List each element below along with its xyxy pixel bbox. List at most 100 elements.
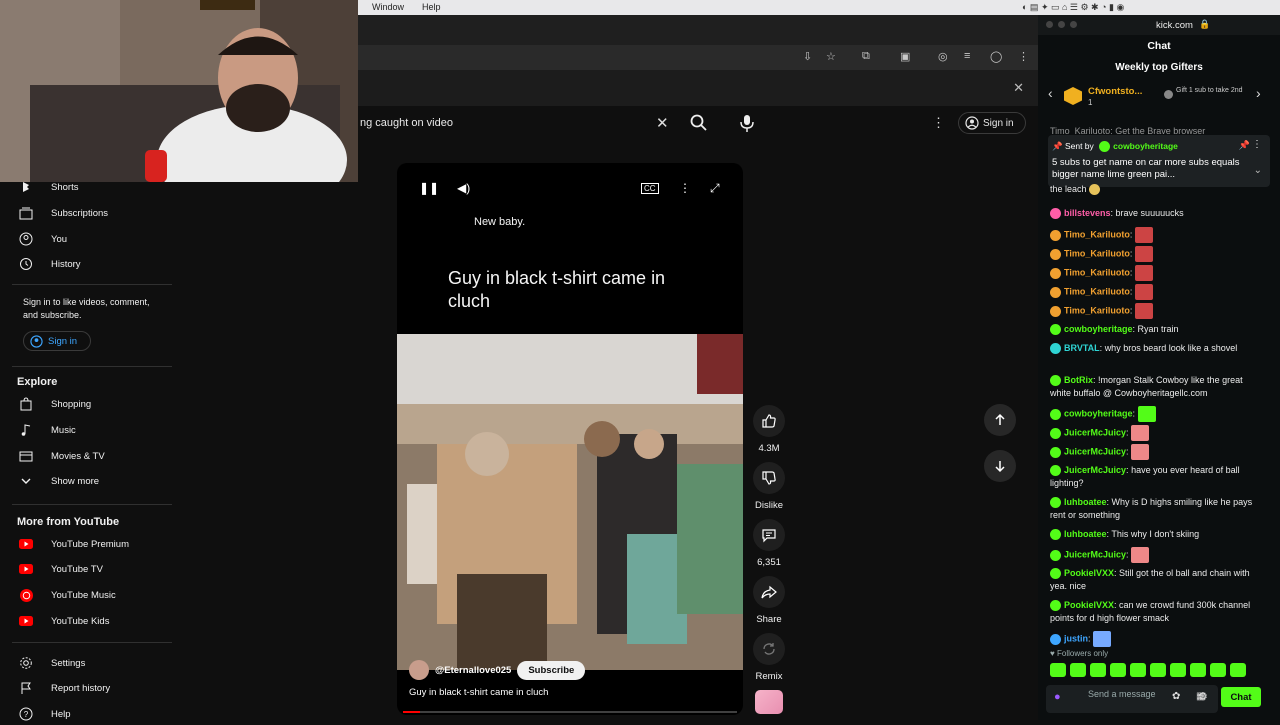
sidebar-item-music[interactable]: Music <box>0 419 170 441</box>
sound-thumbnail[interactable] <box>755 690 783 714</box>
dislike-button[interactable]: Dislike <box>750 462 788 511</box>
chat-username[interactable]: cowboyheritage <box>1064 324 1133 334</box>
progress-fill <box>403 711 420 713</box>
chat-username[interactable]: luhboatee <box>1064 497 1107 507</box>
chat-username[interactable]: JuicerMcJuicy <box>1064 549 1126 559</box>
extensions-icon[interactable]: ⧉ <box>862 50 870 63</box>
browser-menu-icon[interactable]: ⋮ <box>1018 50 1029 63</box>
chat-username[interactable]: PookielVXX <box>1064 568 1114 578</box>
sidebar-item-you[interactable]: You <box>0 228 170 250</box>
chevron-left-icon[interactable]: ‹ <box>1048 85 1053 101</box>
emote[interactable] <box>1170 663 1186 677</box>
chat-username[interactable]: JuicerMcJuicy <box>1064 465 1126 475</box>
sidebar-item-report-history[interactable]: Report history <box>0 677 170 699</box>
chat-username[interactable]: billstevens <box>1064 208 1111 218</box>
chat-message: JuicerMcJuicy: <box>1050 425 1264 441</box>
sidebar-item-shopping[interactable]: Shopping <box>0 393 170 415</box>
chat-username[interactable]: BotRix <box>1064 375 1093 385</box>
emote[interactable] <box>1090 663 1106 677</box>
search-input[interactable]: ng caught on video <box>360 117 453 129</box>
sidebar-item-label: Music <box>51 424 76 436</box>
sidebar-icon[interactable]: ▣ <box>900 50 910 63</box>
emote[interactable] <box>1050 663 1066 677</box>
menu-help[interactable]: Help <box>422 2 441 12</box>
chat-username[interactable]: cowboyheritage <box>1064 408 1133 418</box>
fullscreen-icon[interactable]: ⤢ <box>710 181 720 196</box>
sidebar-sign-in-button[interactable]: Sign in <box>23 331 91 351</box>
user-badge <box>1050 208 1061 220</box>
chat-username[interactable]: Timo_Kariluoto <box>1064 286 1130 296</box>
volume-icon[interactable]: ◀) <box>457 181 470 195</box>
like-button[interactable]: 4.3M <box>750 405 788 454</box>
channel-avatar[interactable] <box>409 660 429 680</box>
progress-bar[interactable] <box>403 711 737 713</box>
window-dot[interactable] <box>1058 21 1065 28</box>
sidebar-item-history[interactable]: History <box>0 253 170 275</box>
emote[interactable] <box>1210 663 1226 677</box>
menu-window[interactable]: Window <box>372 2 404 12</box>
pinned-message[interactable]: 📌 Sent by cowboyheritage 📌 ⋮ 5 subs to g… <box>1048 135 1270 187</box>
chevron-right-icon[interactable]: › <box>1256 85 1261 101</box>
install-icon[interactable]: ⇩ <box>803 50 812 63</box>
sign-in-button[interactable]: Sign in <box>958 112 1026 134</box>
sidebar-item-show-more[interactable]: Show more <box>0 470 170 492</box>
search-button[interactable] <box>688 112 710 134</box>
sidebar-item-settings[interactable]: Settings <box>0 652 170 674</box>
top-gifter-name[interactable]: Cfwontsto... <box>1088 86 1142 97</box>
voice-search-button[interactable] <box>736 112 758 134</box>
share-button[interactable]: Share <box>750 576 788 625</box>
emote[interactable] <box>1070 663 1086 677</box>
chat-username[interactable]: Timo_Kariluoto <box>1064 248 1130 258</box>
emote[interactable] <box>1110 663 1126 677</box>
microphone-icon[interactable]: ● <box>1054 691 1061 703</box>
bookmark-star-icon[interactable]: ☆ <box>826 50 836 63</box>
window-dot[interactable] <box>1046 21 1053 28</box>
chat-username[interactable]: JuicerMcJuicy <box>1064 427 1126 437</box>
sync-icon[interactable]: ◎ <box>938 50 948 63</box>
sidebar-item-subscriptions[interactable]: Subscriptions <box>0 202 170 224</box>
pin-icon[interactable]: 📌 <box>1239 140 1250 151</box>
emote[interactable] <box>1190 663 1206 677</box>
chat-username[interactable]: justin <box>1064 633 1088 643</box>
sidebar-item-movies[interactable]: Movies & TV <box>0 445 170 467</box>
chat-input[interactable]: ● Send a message ✿ ▦ <box>1046 685 1218 713</box>
close-icon[interactable]: ✕ <box>1013 80 1024 96</box>
chat-username[interactable]: BRVTAL <box>1064 343 1100 353</box>
more-options-icon[interactable]: ⋮ <box>679 181 691 195</box>
emote[interactable] <box>1230 663 1246 677</box>
remix-button[interactable]: Remix <box>750 633 788 682</box>
captions-icon[interactable]: CC <box>641 183 659 194</box>
subscribe-button[interactable]: Subscribe <box>517 660 586 680</box>
shorts-player[interactable]: ❚❚ ◀) CC ⋮ ⤢ New baby. Guy in black t-sh… <box>397 163 743 715</box>
chat-send-button[interactable]: Chat <box>1221 687 1261 707</box>
chat-username[interactable]: Timo_Kariluoto <box>1064 267 1130 277</box>
more-options-icon[interactable]: ⋮ <box>1252 139 1262 150</box>
channel-name[interactable]: @Eternallove025 <box>435 665 511 676</box>
chat-username[interactable]: JuicerMcJuicy <box>1064 446 1126 456</box>
sidebar-item-youtube-tv[interactable]: YouTube TV <box>0 558 170 580</box>
chat-username[interactable]: Timo_Kariluoto <box>1064 305 1130 315</box>
short-title[interactable]: Guy in black t-shirt came in cluch <box>409 687 548 698</box>
settings-icon[interactable]: ⚙ <box>1198 690 1208 703</box>
profile-icon[interactable]: ◯ <box>990 50 1002 63</box>
sidebar-item-youtube-kids[interactable]: YouTube Kids <box>0 610 170 632</box>
previous-short-button[interactable] <box>984 404 1016 436</box>
next-short-button[interactable] <box>984 450 1016 482</box>
chat-username[interactable]: PookielVXX <box>1064 600 1114 610</box>
clear-search-icon[interactable]: ✕ <box>656 114 669 132</box>
emote[interactable] <box>1150 663 1166 677</box>
sidebar-item-youtube-music[interactable]: YouTube Music <box>0 584 170 606</box>
emote[interactable] <box>1130 663 1146 677</box>
comments-button[interactable]: 6,351 <box>750 519 788 568</box>
media-icon[interactable]: ≡ <box>964 50 970 62</box>
chat-message: cowboyheritage: Ryan train <box>1050 323 1264 336</box>
settings-menu-icon[interactable]: ⋮ <box>932 115 945 131</box>
chat-username[interactable]: Timo_Kariluoto <box>1064 229 1130 239</box>
emote-picker-icon[interactable]: ✿ <box>1172 691 1180 702</box>
sidebar-item-help[interactable]: ? Help <box>0 703 170 725</box>
chevron-down-icon[interactable]: ⌄ <box>1254 165 1262 176</box>
pause-icon[interactable]: ❚❚ <box>419 181 439 195</box>
chat-username[interactable]: luhboatee <box>1064 529 1107 539</box>
window-dot[interactable] <box>1070 21 1077 28</box>
sidebar-item-youtube-premium[interactable]: YouTube Premium <box>0 533 170 555</box>
